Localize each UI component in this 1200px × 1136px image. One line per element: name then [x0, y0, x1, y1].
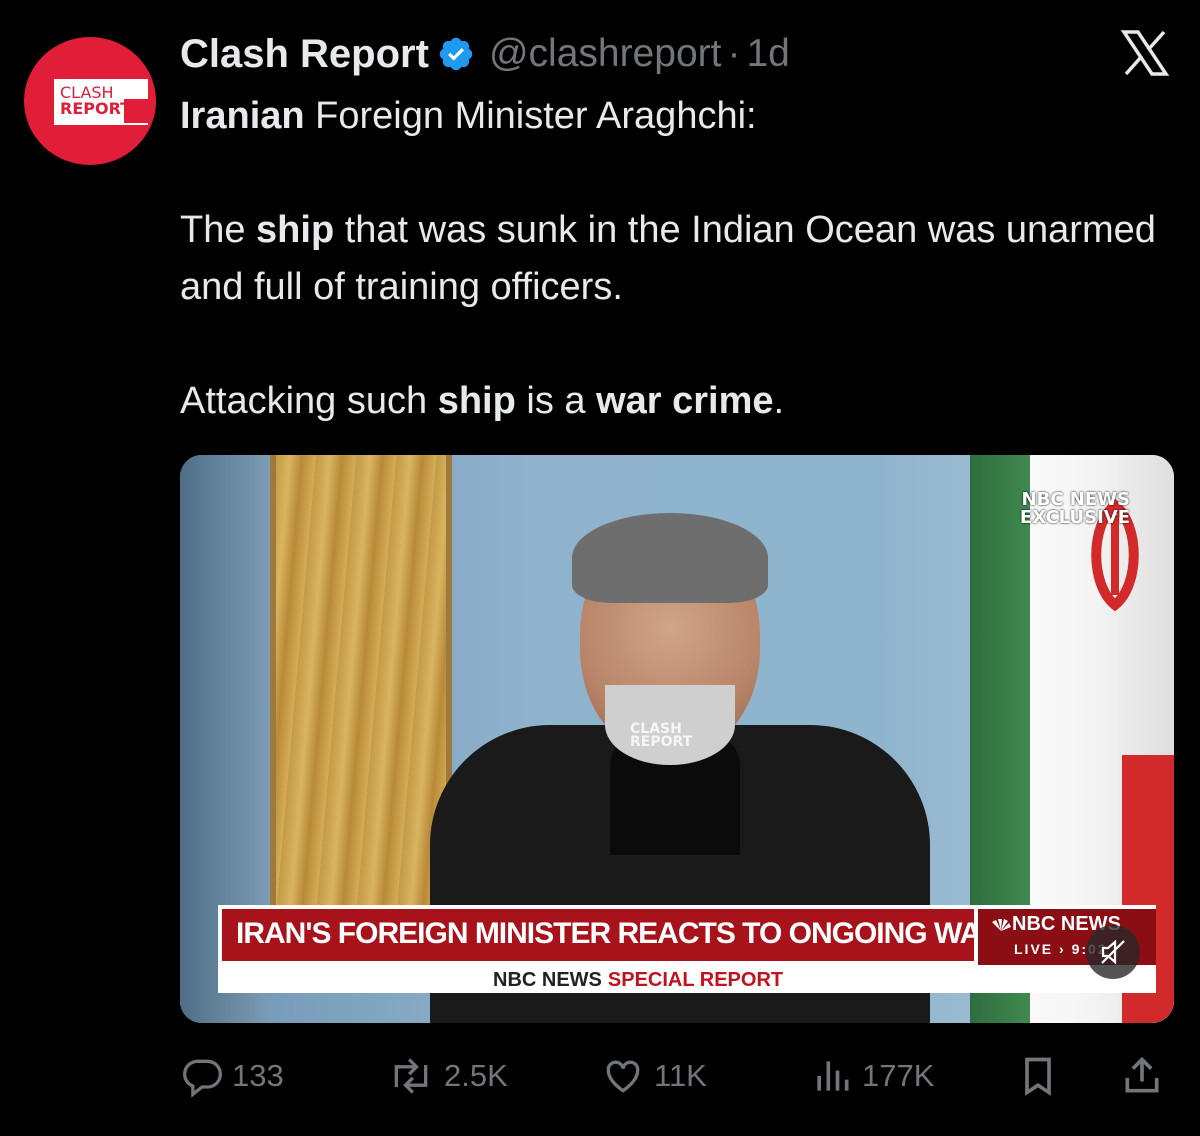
tweet-paragraph-2: The ship that was sunk in the Indian Oce…: [180, 202, 1170, 316]
repost-icon: [394, 1058, 428, 1094]
live-arrow: ›: [1059, 941, 1066, 957]
video-wooden-door: [270, 455, 452, 925]
p3-a: Attacking such: [180, 380, 438, 422]
special-report-label: NBC NEWS SPECIAL REPORT: [493, 969, 783, 992]
p2-bold-ship: ship: [256, 209, 335, 251]
reply-icon: [183, 1059, 222, 1098]
special-report-text: SPECIAL REPORT: [607, 969, 784, 991]
views-count: 177K: [862, 1058, 935, 1093]
tweet-line-1: Iranian Foreign Minister Araghchi:: [180, 88, 1170, 145]
p3-bold-ship: ship: [437, 380, 516, 422]
verified-badge-icon: [439, 37, 473, 71]
tweet-actions: 133 2.5K 11K 177K: [180, 1048, 1170, 1104]
tweet-timestamp[interactable]: 1d: [746, 32, 789, 76]
p2-a: The: [180, 209, 257, 251]
header-separator: ·: [727, 32, 741, 75]
line1-rest: Foreign Minister Araghchi:: [304, 95, 757, 137]
avatar[interactable]: CLASH REPORT: [24, 37, 156, 165]
author-name[interactable]: Clash Report: [180, 32, 429, 77]
share-icon: [1125, 1056, 1159, 1093]
mute-icon: [1101, 939, 1125, 965]
nbc-exclusive-bug: NBC NEWS EXCLUSIVE: [980, 491, 1130, 527]
special-report-brand: NBC NEWS: [493, 969, 602, 991]
lower-third-headline-bar: IRAN'S FOREIGN MINISTER REACTS TO ONGOIN…: [218, 905, 1144, 965]
p3-e: .: [773, 380, 785, 422]
views-button[interactable]: 177K: [810, 1048, 934, 1104]
news-lower-third: IRAN'S FOREIGN MINISTER REACTS TO ONGOIN…: [218, 905, 1156, 993]
author-handle[interactable]: @clashreport: [489, 32, 722, 76]
video-person-hair: [572, 513, 768, 603]
bookmark-button[interactable]: [1016, 1048, 1068, 1104]
x-logo-icon[interactable]: [1120, 30, 1170, 76]
lower-third-special-bar: NBC NEWS SPECIAL REPORT: [218, 965, 1156, 993]
nbc-peacock-icon: [992, 918, 1011, 931]
like-count: 11K: [654, 1058, 707, 1093]
share-button[interactable]: [1120, 1048, 1172, 1104]
tweet-header: Clash Report @clashreport · 1d: [180, 28, 790, 80]
views-icon: [817, 1061, 849, 1091]
p3-c: is a: [515, 380, 597, 422]
bookmark-icon: [1025, 1057, 1051, 1096]
repost-button[interactable]: 2.5K: [386, 1048, 508, 1104]
avatar-logo-line2: REPORT: [60, 99, 132, 118]
repost-count: 2.5K: [444, 1058, 508, 1093]
bold-iranian: Iranian: [180, 95, 305, 137]
video-player[interactable]: NBC NEWS EXCLUSIVE CLASH REPORT IRAN'S F…: [180, 455, 1174, 1023]
reply-button[interactable]: 133: [180, 1048, 284, 1104]
tweet-paragraph-3: Attacking such ship is a war crime.: [180, 373, 1170, 430]
corner-sub: EXCLUSIVE: [1019, 507, 1130, 528]
like-button[interactable]: 11K: [600, 1048, 707, 1104]
live-label: LIVE: [1014, 941, 1054, 957]
mute-button[interactable]: [1086, 925, 1140, 979]
reply-count: 133: [232, 1058, 284, 1093]
like-icon: [606, 1060, 640, 1093]
tweet-text: Iranian Foreign Minister Araghchi: The s…: [180, 88, 1170, 430]
p3-bold-war-crime: war crime: [596, 380, 774, 422]
watermark: CLASH REPORT: [630, 722, 693, 750]
watermark-line2: REPORT: [630, 734, 693, 750]
